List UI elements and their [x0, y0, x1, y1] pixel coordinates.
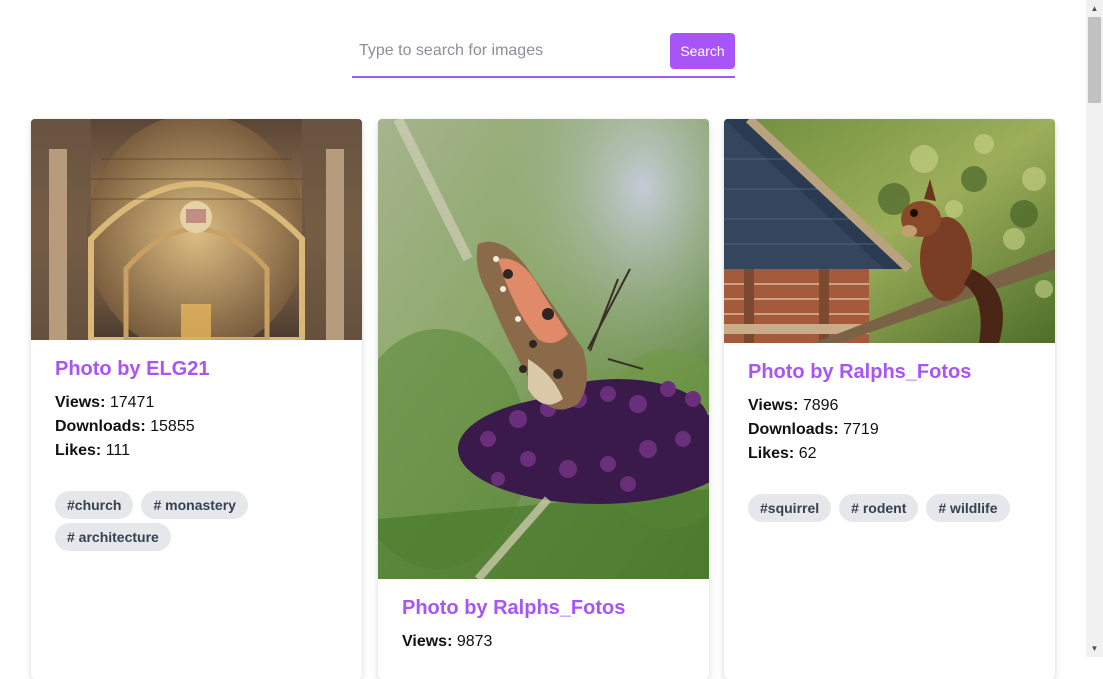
- downloads-label: Downloads:: [748, 421, 839, 438]
- views-label: Views:: [748, 397, 799, 414]
- scrollbar-thumb[interactable]: [1088, 17, 1101, 103]
- views-label: Views:: [55, 394, 106, 411]
- downloads-label: Downloads:: [55, 418, 146, 435]
- downloads-value: 7719: [843, 421, 879, 438]
- tag[interactable]: # rodent: [839, 494, 919, 522]
- card-photo[interactable]: [378, 119, 709, 579]
- tag-list: #church # monastery # architecture: [55, 491, 255, 551]
- tag[interactable]: # wildlife: [926, 494, 1010, 522]
- search-form: Search: [352, 32, 735, 78]
- vertical-scrollbar[interactable]: ▲ ▼: [1086, 0, 1103, 657]
- card-title[interactable]: Photo by ELG21: [55, 358, 338, 381]
- tag[interactable]: #squirrel: [748, 494, 832, 522]
- image-card: Photo by Ralphs_Fotos Views: 9873: [378, 119, 709, 679]
- views-value: 17471: [109, 394, 155, 411]
- scroll-up-arrow-icon[interactable]: ▲: [1086, 0, 1103, 17]
- downloads-stat: Downloads: 15855: [55, 415, 338, 439]
- card-body: Photo by ELG21 Views: 17471 Downloads: 1…: [31, 340, 362, 551]
- views-label: Views:: [402, 633, 453, 650]
- search-button[interactable]: Search: [670, 33, 735, 69]
- card-title[interactable]: Photo by Ralphs_Fotos: [402, 597, 685, 620]
- tag[interactable]: #church: [55, 491, 134, 519]
- likes-label: Likes:: [55, 442, 102, 459]
- tag[interactable]: # monastery: [141, 491, 248, 519]
- likes-label: Likes:: [748, 445, 795, 462]
- views-value: 7896: [802, 397, 839, 414]
- card-photo[interactable]: [31, 119, 362, 340]
- card-photo[interactable]: [724, 119, 1055, 343]
- image-card: Photo by Ralphs_Fotos Views: 7896 Downlo…: [724, 119, 1055, 679]
- scroll-down-arrow-icon[interactable]: ▼: [1086, 640, 1103, 657]
- likes-value: 111: [105, 442, 131, 459]
- card-body: Photo by Ralphs_Fotos Views: 7896 Downlo…: [724, 343, 1055, 522]
- likes-value: 62: [798, 445, 817, 462]
- views-stat: Views: 9873: [402, 630, 685, 654]
- search-input[interactable]: [352, 32, 662, 70]
- tag[interactable]: # architecture: [55, 523, 171, 551]
- tag-list: #squirrel # rodent # wildlife: [748, 494, 1038, 522]
- image-card: Photo by ELG21 Views: 17471 Downloads: 1…: [31, 119, 362, 679]
- likes-stat: Likes: 62: [748, 442, 1031, 466]
- downloads-stat: Downloads: 7719: [748, 418, 1031, 442]
- card-title[interactable]: Photo by Ralphs_Fotos: [748, 361, 1031, 384]
- card-body: Photo by Ralphs_Fotos Views: 9873: [378, 579, 709, 654]
- likes-stat: Likes: 111: [55, 439, 338, 463]
- views-stat: Views: 7896: [748, 394, 1031, 418]
- views-value: 9873: [456, 633, 493, 650]
- downloads-value: 15855: [150, 418, 195, 435]
- views-stat: Views: 17471: [55, 391, 338, 415]
